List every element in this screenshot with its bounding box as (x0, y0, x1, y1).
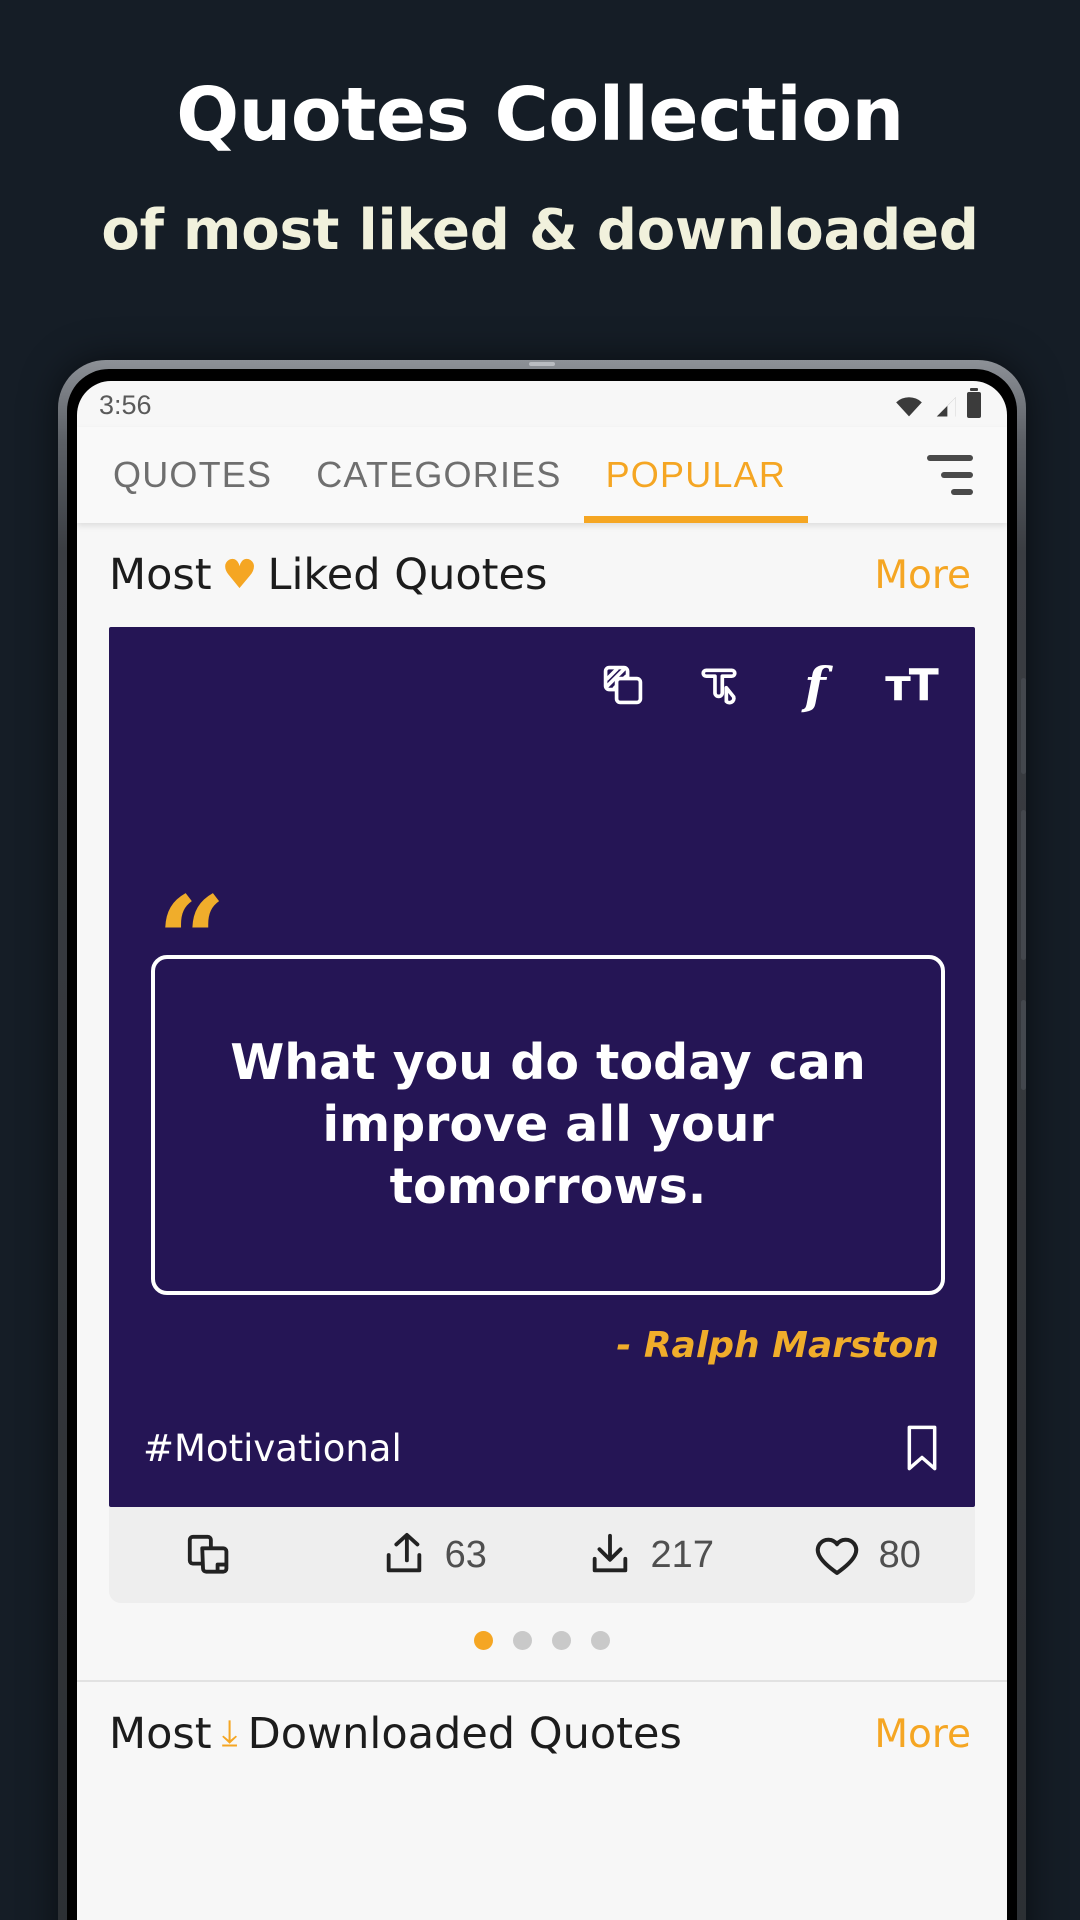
phone-side-button-1 (1021, 678, 1026, 774)
phone-speaker (529, 362, 555, 366)
promo-headline: Quotes Collection (176, 72, 904, 158)
pager-dot-4[interactable] (591, 1631, 610, 1650)
share-button[interactable]: 63 (326, 1532, 543, 1578)
battery-icon (967, 388, 981, 418)
filter-line-3 (951, 489, 973, 495)
status-bar-icons (895, 388, 981, 418)
bookmark-icon[interactable] (903, 1423, 941, 1473)
pager-dot-2[interactable] (513, 1631, 532, 1650)
section2-title-prefix: Most (109, 1709, 212, 1759)
tab-bar: QUOTES CATEGORIES POPULAR (77, 427, 1007, 523)
quote-author: - Ralph Marston (616, 1325, 939, 1366)
text-size-icon[interactable]: тT (885, 660, 939, 711)
section2-title-suffix: Downloaded Quotes (247, 1709, 682, 1759)
section-title-suffix: Liked Quotes (267, 550, 548, 600)
download-button[interactable]: 217 (542, 1532, 759, 1578)
section-header-most-liked: Most ♥ Liked Quotes More (77, 523, 1007, 627)
quote-body: “ What you do today can improve all your… (109, 709, 975, 1423)
phone-bezel: 3:56 QUOTES CATEGORIES POPULAR Most ♥ Li… (67, 369, 1017, 1920)
text-color-icon[interactable] (695, 661, 743, 709)
phone-screen: 3:56 QUOTES CATEGORIES POPULAR Most ♥ Li… (77, 381, 1007, 1920)
status-bar-clock: 3:56 (99, 389, 152, 420)
section-header-most-downloaded: Most ⤓ Downloaded Quotes More (77, 1682, 1007, 1786)
tab-popular[interactable]: POPULAR (583, 427, 809, 523)
carousel-pager (77, 1603, 1007, 1680)
quote-card[interactable]: f тT “ What you do today can improve all… (109, 627, 975, 1507)
share-count: 63 (444, 1533, 487, 1576)
pager-dot-3[interactable] (552, 1631, 571, 1650)
download-count: 217 (650, 1533, 714, 1576)
more-link-most-downloaded[interactable]: More (874, 1712, 971, 1757)
section-title-most-downloaded: Most ⤓ Downloaded Quotes (109, 1709, 682, 1759)
phone-mockup: 3:56 QUOTES CATEGORIES POPULAR Most ♥ Li… (58, 360, 1026, 1920)
tab-categories[interactable]: CATEGORIES (294, 427, 583, 523)
font-style-icon[interactable]: f (791, 656, 839, 715)
download-mini-icon: ⤓ (221, 1713, 238, 1754)
filter-line-1 (927, 455, 973, 461)
copy-button[interactable] (109, 1532, 326, 1578)
section-title-most-liked: Most ♥ Liked Quotes (109, 550, 547, 600)
quote-text: What you do today can improve all your t… (230, 1033, 866, 1216)
filter-line-2 (941, 472, 973, 478)
quote-hashtag[interactable]: #Motivational (143, 1427, 402, 1470)
pager-dot-1[interactable] (474, 1631, 493, 1650)
phone-side-button-2 (1021, 810, 1026, 960)
status-bar: 3:56 (77, 381, 1007, 427)
quote-text-box: What you do today can improve all your t… (151, 955, 945, 1295)
quote-card-toolbar: f тT (109, 627, 975, 715)
promo-screenshot: Quotes Collection of most liked & downlo… (0, 0, 1080, 1920)
quote-card-footer: #Motivational (109, 1423, 975, 1507)
quote-card-container: f тT “ What you do today can improve all… (77, 627, 1007, 1507)
promo-subheadline: of most liked & downloaded (101, 198, 979, 263)
more-link-most-liked[interactable]: More (874, 553, 971, 598)
heart-icon: ♥ (221, 552, 258, 598)
wifi-icon (896, 397, 922, 417)
like-count: 80 (878, 1533, 921, 1576)
quote-action-bar: 63 217 80 (109, 1507, 975, 1603)
signal-icon (936, 397, 956, 417)
phone-side-button-3 (1021, 1000, 1026, 1090)
like-button[interactable]: 80 (759, 1531, 976, 1579)
section-title-prefix: Most (109, 550, 212, 600)
background-layers-icon[interactable] (599, 661, 647, 709)
filter-icon[interactable] (919, 455, 973, 495)
tab-quotes[interactable]: QUOTES (113, 427, 294, 523)
